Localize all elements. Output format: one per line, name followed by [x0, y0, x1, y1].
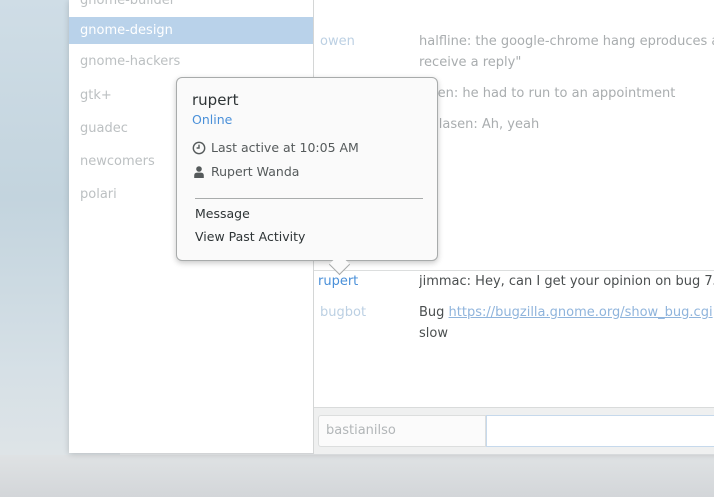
- message-text: slow: [419, 326, 448, 341]
- nick-button[interactable]: bastianilso: [318, 415, 486, 447]
- user-popover: rupert Online Last active at 10:05 AM Ru…: [176, 77, 438, 261]
- room-item-gnome-hackers[interactable]: gnome-hackers: [69, 48, 313, 75]
- last-active-row: Last active at 10:05 AM: [192, 140, 359, 155]
- desktop-background-bottom: [0, 455, 714, 497]
- message-text: owen: he had to run to an appointment: [419, 86, 676, 101]
- message-text: receive a reply": [419, 55, 522, 70]
- message-text: jimmac: Hey, can I get your opinion on b…: [419, 274, 714, 289]
- full-name-row: Rupert Wanda: [192, 164, 299, 179]
- entry-area: bastianilso: [314, 407, 714, 454]
- view-past-activity-action[interactable]: View Past Activity: [195, 229, 305, 244]
- message-action[interactable]: Message: [195, 206, 250, 221]
- user-name: rupert: [192, 91, 239, 109]
- message-text: halfline: the google-chrome hang eproduc…: [419, 34, 714, 49]
- last-active-text: Last active at 10:05 AM: [211, 140, 359, 155]
- message-input[interactable]: [486, 415, 714, 447]
- message-text: Bug https://bugzilla.gnome.org/show_bug.…: [419, 302, 714, 323]
- message-nick[interactable]: bugbot: [320, 302, 366, 323]
- room-item-gnome-builder[interactable]: gnome-builder: [69, 0, 313, 14]
- popover-separator: [195, 198, 423, 199]
- person-icon: [192, 165, 206, 179]
- message-text-prefix: Bug: [419, 305, 449, 320]
- clock-icon: [192, 141, 206, 155]
- message-nick[interactable]: owen: [320, 31, 355, 52]
- bug-link[interactable]: https://bugzilla.gnome.org/show_bug.cgi: [449, 305, 713, 320]
- room-item-gnome-design[interactable]: gnome-design: [69, 17, 313, 44]
- user-status: Online: [192, 112, 233, 127]
- full-name-text: Rupert Wanda: [211, 164, 300, 179]
- message-text: mclasen: Ah, yeah: [419, 117, 540, 132]
